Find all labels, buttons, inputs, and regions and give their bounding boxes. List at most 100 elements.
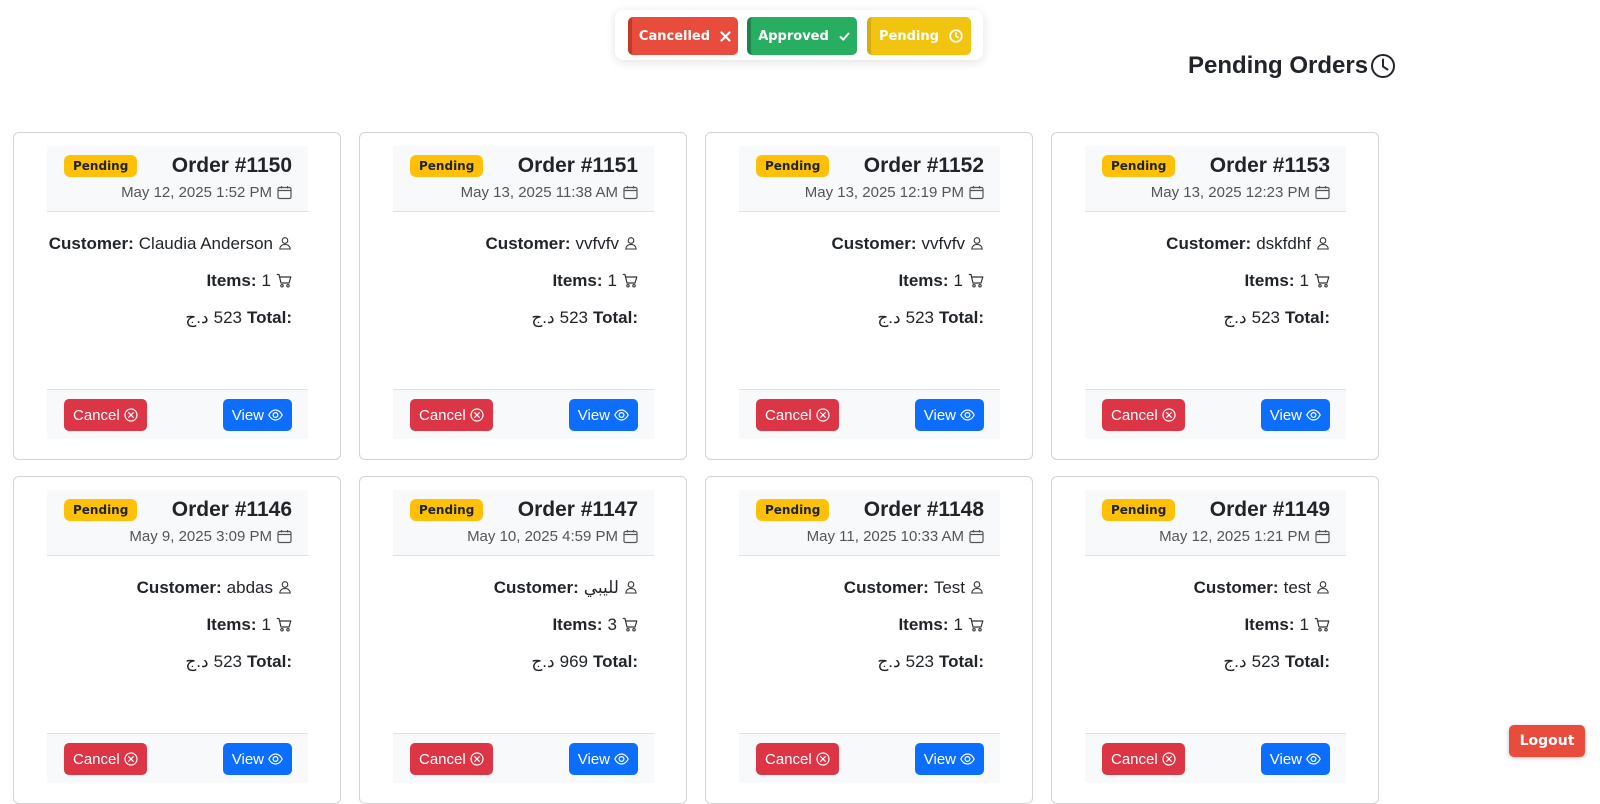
order-date-text: May 13, 2025 12:23 PM — [1150, 184, 1310, 201]
items-count: 1 — [261, 271, 271, 290]
customer-label: Customer: — [48, 234, 134, 253]
user-icon — [970, 236, 984, 250]
cancel-order-button[interactable]: Cancel — [64, 399, 147, 431]
order-date: May 13, 2025 12:23 PM — [1151, 184, 1330, 201]
x-circle-icon — [1162, 408, 1176, 422]
eye-icon — [1306, 409, 1321, 421]
cart-icon — [1314, 617, 1330, 632]
view-order-button[interactable]: View — [914, 399, 984, 431]
filter-pending-label: Pending — [879, 28, 939, 44]
order-card-footer: Cancel View — [1085, 733, 1346, 783]
x-circle-icon — [816, 408, 830, 422]
total-currency: د.ج — [185, 308, 209, 327]
logout-button[interactable]: Logout — [1509, 725, 1585, 757]
cancel-order-button[interactable]: Cancel — [1102, 399, 1185, 431]
eye-icon — [960, 753, 975, 765]
page-title: Pending Orders — [1188, 52, 1396, 80]
order-card-header: Pending Order #1148 May 11, 2025 10:33 AM — [739, 490, 1000, 556]
cancel-button-label: Cancel — [73, 750, 120, 768]
cancel-button-label: Cancel — [765, 750, 812, 768]
eye-icon — [614, 409, 629, 421]
eye-icon — [268, 409, 283, 421]
view-order-button[interactable]: View — [1260, 743, 1330, 775]
customer-name: vvfvfv — [921, 234, 965, 253]
items-label: Items: — [898, 271, 949, 290]
calendar-icon — [1315, 529, 1330, 544]
view-button-label: View — [577, 750, 610, 768]
filter-approved-button[interactable]: Approved — [747, 17, 857, 55]
x-circle-icon — [470, 752, 484, 766]
total-amount: 523 — [213, 308, 242, 327]
eye-icon — [960, 409, 975, 421]
cancel-button-label: Cancel — [419, 406, 466, 424]
customer-line: Customer: vvfvfv — [393, 231, 638, 256]
customer-name: لليبي — [583, 578, 619, 597]
cancel-button-label: Cancel — [1111, 750, 1158, 768]
order-card-body: Customer: vvfvfv Items: 1 د.ج 523 Total: — [739, 231, 1000, 342]
order-card-footer: Cancel View — [1085, 389, 1346, 439]
cancel-order-button[interactable]: Cancel — [1102, 743, 1185, 775]
user-icon — [624, 236, 638, 250]
customer-line: Customer: test — [1085, 575, 1330, 600]
order-card-header: Pending Order #1153 May 13, 2025 12:23 PM — [1085, 146, 1346, 212]
total-line: د.ج 523 Total: — [393, 305, 638, 330]
order-card-header: Pending Order #1150 May 12, 2025 1:52 PM — [47, 146, 308, 212]
cancel-order-button[interactable]: Cancel — [410, 743, 493, 775]
cancel-order-button[interactable]: Cancel — [756, 399, 839, 431]
status-badge: Pending — [1102, 499, 1176, 521]
view-order-button[interactable]: View — [1260, 399, 1330, 431]
eye-icon — [1306, 753, 1321, 765]
total-amount: 523 — [559, 308, 588, 327]
status-badge: Pending — [756, 155, 830, 177]
x-circle-icon — [124, 752, 138, 766]
cancel-order-button[interactable]: Cancel — [410, 399, 493, 431]
view-order-button[interactable]: View — [222, 743, 292, 775]
total-line: د.ج 523 Total: — [739, 305, 984, 330]
items-label: Items: — [206, 615, 257, 634]
order-card-body: Customer: dskfdhf Items: 1 د.ج 523 Total: — [1085, 231, 1346, 342]
items-count: 1 — [607, 271, 617, 290]
view-order-button[interactable]: View — [568, 743, 638, 775]
order-number: Order #1151 — [517, 154, 638, 177]
view-order-button[interactable]: View — [222, 399, 292, 431]
cancel-order-button[interactable]: Cancel — [756, 743, 839, 775]
order-date: May 10, 2025 4:59 PM — [467, 528, 638, 545]
filter-pending-button[interactable]: Pending — [867, 17, 971, 55]
order-date: May 11, 2025 10:33 AM — [807, 528, 984, 545]
total-amount: 523 — [1251, 652, 1280, 671]
items-label: Items: — [552, 615, 603, 634]
view-button-label: View — [1269, 406, 1302, 424]
view-order-button[interactable]: View — [914, 743, 984, 775]
filter-cancelled-button[interactable]: Cancelled — [628, 17, 738, 55]
status-badge: Pending — [64, 155, 138, 177]
view-order-button[interactable]: View — [568, 399, 638, 431]
order-card-footer: Cancel View — [393, 733, 654, 783]
order-date: May 9, 2025 3:09 PM — [129, 528, 292, 545]
order-date-text: May 12, 2025 1:21 PM — [1159, 528, 1310, 545]
total-amount: 969 — [559, 652, 588, 671]
total-amount: 523 — [905, 308, 934, 327]
order-number: Order #1150 — [171, 154, 292, 177]
customer-line: Customer: لليبي — [393, 575, 638, 600]
customer-name: Test — [933, 578, 965, 597]
cart-icon — [1314, 273, 1330, 288]
total-currency: د.ج — [531, 652, 555, 671]
items-label: Items: — [1244, 615, 1295, 634]
order-card-body: Customer: لليبي Items: 3 د.ج 969 Total: — [393, 575, 654, 686]
calendar-icon — [969, 529, 984, 544]
clock-icon — [949, 29, 963, 43]
cancel-order-button[interactable]: Cancel — [64, 743, 147, 775]
filter-cancelled-label: Cancelled — [638, 28, 711, 44]
total-amount: 523 — [1251, 308, 1280, 327]
items-count: 1 — [261, 615, 271, 634]
order-date-text: May 10, 2025 4:59 PM — [467, 528, 618, 545]
order-date: May 12, 2025 1:21 PM — [1159, 528, 1330, 545]
order-card: Pending Order #1148 May 11, 2025 10:33 AM C… — [705, 476, 1033, 804]
order-date-text: May 11, 2025 10:33 AM — [806, 528, 964, 545]
total-currency: د.ج — [185, 652, 209, 671]
order-card-header: Pending Order #1147 May 10, 2025 4:59 PM — [393, 490, 654, 556]
view-button-label: View — [923, 750, 956, 768]
check-icon — [839, 31, 850, 42]
items-label: Items: — [552, 271, 603, 290]
customer-line: Customer: dskfdhf — [1085, 231, 1330, 256]
